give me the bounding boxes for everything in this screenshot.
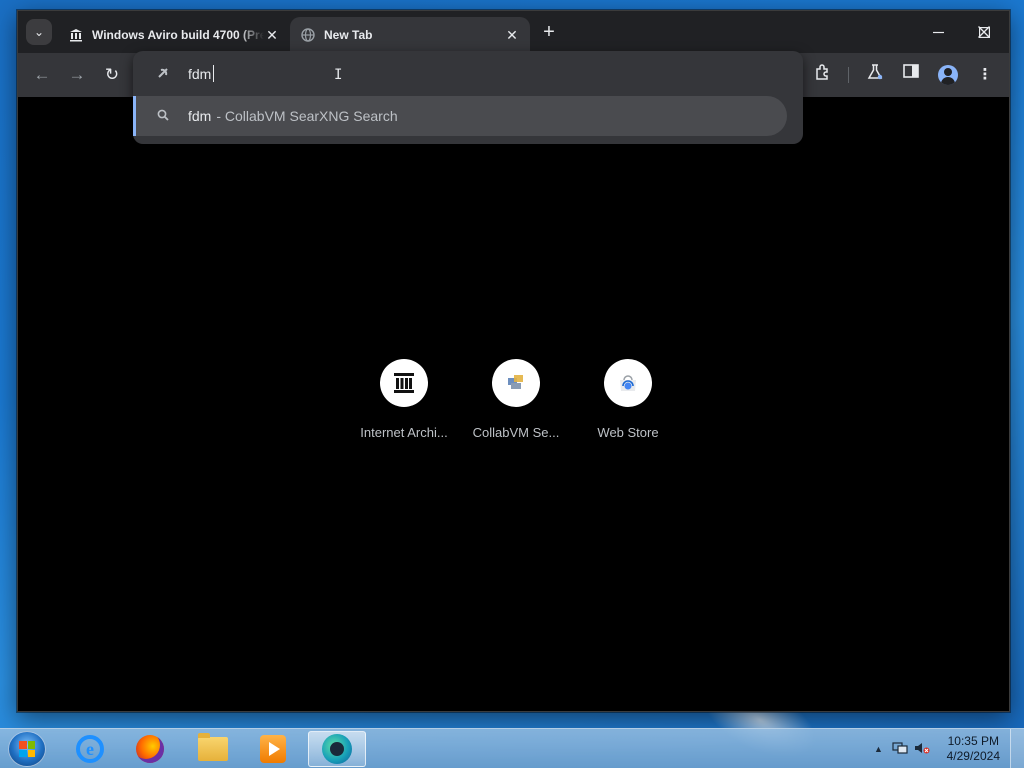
firefox-icon (136, 735, 164, 763)
volume-muted-icon[interactable] (914, 741, 930, 758)
search-engine-icon (155, 66, 171, 82)
minimize-button[interactable] (915, 19, 961, 47)
taskbar-clock[interactable]: 10:35 PM 4/29/2024 (947, 734, 1000, 764)
windows-logo-icon (19, 741, 35, 757)
chevron-down-icon: ⌄ (33, 25, 45, 39)
back-button[interactable]: ← (30, 63, 54, 87)
show-hidden-icons-icon[interactable]: ▲ (874, 744, 883, 754)
start-button[interactable] (8, 731, 46, 767)
shortcut-label: CollabVM Se... (472, 425, 560, 440)
side-panel-button[interactable] (899, 63, 923, 87)
tab-windows-aviro[interactable]: Windows Aviro build 4700 (Pre ✕ (58, 17, 290, 53)
new-tab-button[interactable]: + (538, 21, 560, 43)
omnibox-suggestion[interactable]: fdm - CollabVM SearXNG Search (133, 96, 787, 136)
close-icon (978, 26, 990, 38)
search-icon (155, 109, 171, 124)
tab-close-icon[interactable]: ✕ (504, 27, 520, 44)
shortcuts-grid: Internet Archi... CollabVM Se... Web Sto… (348, 359, 678, 449)
profile-icon[interactable] (938, 65, 958, 85)
network-icon[interactable] (892, 741, 908, 758)
omnibox-dropdown: I fdm - CollabVM SearXNG Search (133, 51, 803, 144)
address-bar-input[interactable] (188, 64, 588, 84)
forward-button[interactable]: → (65, 63, 89, 87)
shortcut-collabvm[interactable]: CollabVM Se... (460, 359, 572, 449)
web-store-icon (604, 359, 652, 407)
omnibox[interactable]: I (133, 51, 803, 97)
suggestion-description: - CollabVM SearXNG Search (216, 108, 398, 124)
new-tab-page: Internet Archi... CollabVM Se... Web Sto… (18, 97, 1009, 711)
system-tray: ▲ 10:35 PM 4/29/2024 (864, 729, 1024, 768)
taskbar-firefox[interactable] (121, 731, 179, 767)
toolbar-divider (848, 67, 849, 83)
shortcut-web-store[interactable]: Web Store (572, 359, 684, 449)
clock-time: 10:35 PM (947, 734, 999, 748)
ibeam-cursor-icon: I (334, 67, 343, 83)
tab-title: New Tab (324, 28, 373, 42)
tab-close-icon[interactable]: ✕ (264, 27, 280, 44)
edge-icon (322, 734, 352, 764)
folder-icon (198, 733, 228, 761)
museum-icon (380, 359, 428, 407)
tab-title: Windows Aviro build 4700 (Pre (92, 28, 264, 42)
shortcut-internet-archive[interactable]: Internet Archi... (348, 359, 460, 449)
flask-icon (867, 64, 883, 80)
window-close-button[interactable] (961, 19, 1007, 47)
extensions-icon (816, 64, 828, 80)
internet-explorer-icon: e (76, 735, 104, 763)
taskbar-internet-explorer[interactable]: e (61, 731, 119, 767)
museum-icon (68, 27, 84, 43)
clock-date: 4/29/2024 (946, 749, 1000, 763)
extensions-button[interactable] (811, 63, 835, 87)
taskbar-file-explorer[interactable] (184, 731, 242, 767)
browser-window: ⌄ Windows Aviro build 4700 (Pre ✕ New Ta… (17, 10, 1010, 712)
tab-new-tab[interactable]: New Tab ✕ (290, 17, 530, 53)
side-panel-icon (903, 64, 919, 78)
media-player-icon (260, 735, 286, 763)
collabvm-icon (492, 359, 540, 407)
menu-button[interactable]: ⋮ (973, 63, 997, 87)
tab-strip: ⌄ Windows Aviro build 4700 (Pre ✕ New Ta… (18, 11, 1009, 53)
shortcut-label: Internet Archi... (360, 425, 448, 440)
labs-button[interactable] (863, 63, 887, 87)
minimize-icon (932, 31, 944, 34)
suggestion-query: fdm (188, 108, 212, 124)
taskbar-media-player[interactable] (244, 731, 302, 767)
taskbar-edge[interactable] (308, 731, 366, 767)
globe-icon (300, 27, 316, 43)
taskbar: e ▲ 10:35 PM 4/29/2024 (0, 728, 1024, 768)
text-caret (213, 65, 214, 82)
shortcut-label: Web Store (597, 425, 659, 440)
show-desktop-button[interactable] (1010, 729, 1024, 768)
reload-button[interactable]: ↻ (100, 63, 124, 87)
tab-search-button[interactable]: ⌄ (26, 19, 52, 45)
